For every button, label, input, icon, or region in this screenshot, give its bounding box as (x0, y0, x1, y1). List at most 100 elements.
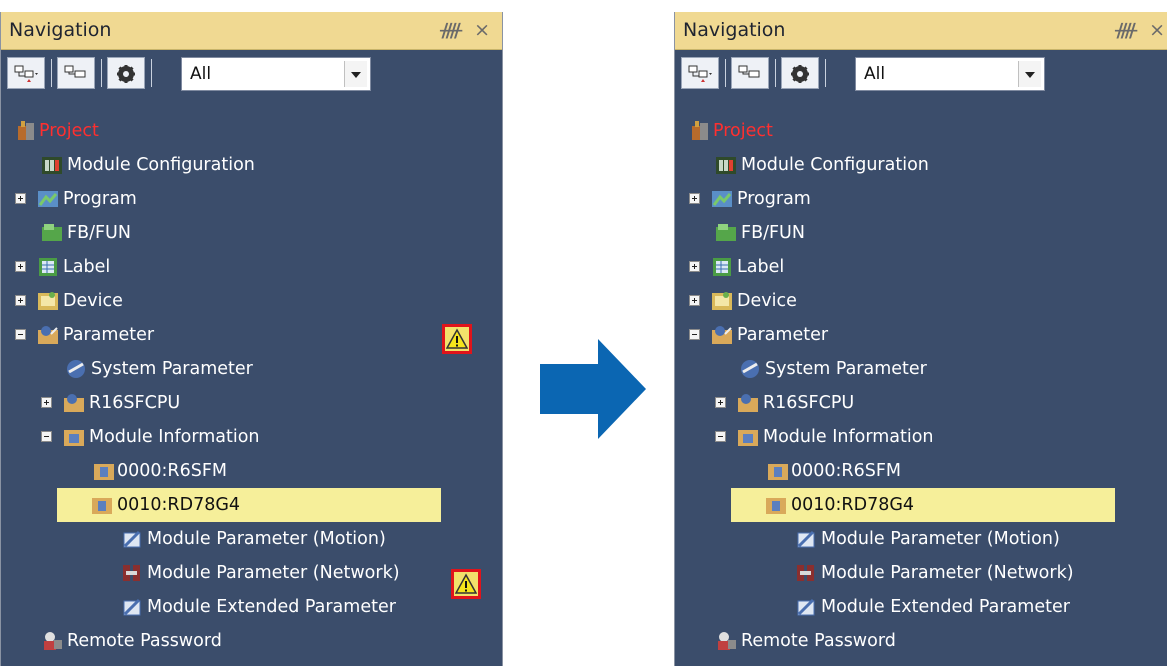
expand-icon[interactable] (689, 193, 700, 204)
filter-select-value: All (864, 64, 886, 84)
warning-icon[interactable] (442, 324, 472, 354)
tree-item-label: Program (63, 189, 137, 209)
tree-item-label: Module Information (763, 427, 934, 447)
project-icon (692, 121, 708, 140)
tree-item-0000-r6sfm[interactable]: 0000:R6SFM (675, 454, 1167, 488)
tree-item-remote-password[interactable]: Remote Password (1, 624, 502, 658)
tree-item-module-configuration[interactable]: Module Configuration (1, 148, 502, 182)
collapse-icon[interactable] (41, 431, 52, 442)
tree-item-program[interactable]: Program (675, 182, 1167, 216)
tree-item-label: Label (63, 257, 111, 277)
tree-item-module-extended-parameter[interactable]: Module Extended Parameter (1, 590, 502, 624)
tree-item-r16sfcpu[interactable]: R16SFCPU (1, 386, 502, 420)
tree-item-module-parameter-motion[interactable]: Module Parameter (Motion) (1, 522, 502, 556)
collapse-tree-icon (738, 65, 760, 78)
tree-item-label: Module Extended Parameter (147, 597, 396, 617)
display-switch-button[interactable] (7, 57, 45, 89)
collapse-icon[interactable] (15, 329, 26, 340)
tree-item-fb-fun[interactable]: FB/FUN (1, 216, 502, 250)
tree-item-module-configuration[interactable]: Module Configuration (675, 148, 1167, 182)
tree-item-module-information[interactable]: Module Information (675, 420, 1167, 454)
tree-view-icon (14, 65, 38, 82)
module-information-icon (738, 430, 758, 446)
warning-icon[interactable] (451, 569, 481, 599)
tree-item-parameter[interactable]: Parameter (675, 318, 1167, 352)
network-parameter-icon (123, 565, 140, 581)
navigation-toolbar: All (1, 50, 502, 96)
tree-item-label: Parameter (63, 325, 155, 345)
tree-item-project[interactable]: Project (1, 114, 502, 148)
tree-item-label: Module Parameter (Network) (821, 563, 1074, 583)
tree-item-label: Module Extended Parameter (821, 597, 1070, 617)
display-switch-button[interactable] (681, 57, 719, 89)
tree-item-device[interactable]: Device (1, 284, 502, 318)
close-icon[interactable]: × (1149, 12, 1165, 49)
pin-icon[interactable]: ᚎ (440, 12, 462, 49)
tree-item-label: System Parameter (765, 359, 927, 379)
tree-item-label: FB/FUN (741, 223, 805, 243)
collapse-icon[interactable] (689, 329, 700, 340)
tree-item-module-parameter-network[interactable]: Module Parameter (Network) (675, 556, 1167, 590)
close-icon[interactable]: × (474, 12, 490, 49)
tree-item-remote-password[interactable]: Remote Password (675, 624, 1167, 658)
module-icon (94, 464, 114, 480)
module-extended-parameter-icon (123, 598, 141, 616)
expand-icon[interactable] (41, 397, 52, 408)
settings-button[interactable] (107, 57, 145, 89)
expand-icon[interactable] (715, 397, 726, 408)
settings-button[interactable] (781, 57, 819, 89)
right-arrow-icon (540, 339, 646, 439)
navigation-toolbar: All (675, 50, 1167, 96)
filter-select[interactable]: All (181, 57, 371, 91)
tree-item-r16sfcpu[interactable]: R16SFCPU (675, 386, 1167, 420)
collapse-tree-button[interactable] (57, 57, 95, 89)
expand-icon[interactable] (689, 261, 700, 272)
tree-item-label: Module Configuration (741, 155, 929, 175)
warning-triangle-icon (455, 573, 477, 594)
tree-item-device[interactable]: Device (675, 284, 1167, 318)
pin-icon[interactable]: ᚎ (1115, 12, 1137, 49)
expand-icon[interactable] (689, 295, 700, 306)
warning-triangle-icon (446, 328, 468, 349)
collapse-tree-button[interactable] (731, 57, 769, 89)
project-icon (18, 121, 34, 140)
expand-icon[interactable] (15, 193, 26, 204)
panel-title: Navigation (683, 19, 786, 41)
module-information-icon (64, 430, 84, 446)
tree-item-program[interactable]: Program (1, 182, 502, 216)
tree-item-module-extended-parameter[interactable]: Module Extended Parameter (675, 590, 1167, 624)
tree-item-label-node[interactable]: Label (675, 250, 1167, 284)
chevron-down-icon[interactable] (344, 61, 367, 87)
collapse-icon[interactable] (715, 431, 726, 442)
tree-item-0000-r6sfm[interactable]: 0000:R6SFM (1, 454, 502, 488)
tree-item-label: Device (63, 291, 123, 311)
chevron-down-icon[interactable] (1018, 61, 1041, 87)
tree-item-system-parameter[interactable]: System Parameter (1, 352, 502, 386)
tree-item-0010-rd78g4[interactable]: 0010:RD78G4 (57, 488, 441, 522)
tree-item-module-parameter-network[interactable]: Module Parameter (Network) (1, 556, 502, 590)
tree-item-label-node[interactable]: Label (1, 250, 502, 284)
tree-item-0010-rd78g4[interactable]: 0010:RD78G4 (731, 488, 1115, 522)
module-icon (92, 498, 112, 514)
tree-item-system-parameter[interactable]: System Parameter (675, 352, 1167, 386)
tree-item-label: Module Parameter (Motion) (821, 529, 1060, 549)
expand-icon[interactable] (15, 261, 26, 272)
tree-item-module-information[interactable]: Module Information (1, 420, 502, 454)
expand-icon[interactable] (15, 295, 26, 306)
tree-item-module-parameter-motion[interactable]: Module Parameter (Motion) (675, 522, 1167, 556)
tree-item-label: Remote Password (67, 631, 222, 651)
tree-item-label: Module Parameter (Motion) (147, 529, 386, 549)
fb-fun-icon (42, 224, 62, 241)
module-parameter-icon (123, 530, 141, 548)
tree-item-label: Module Information (89, 427, 260, 447)
filter-select-value: All (190, 64, 212, 84)
module-icon (766, 498, 786, 514)
tree-item-project[interactable]: Project (675, 114, 1167, 148)
tree-item-fb-fun[interactable]: FB/FUN (675, 216, 1167, 250)
panel-title: Navigation (9, 19, 112, 41)
tree-item-parameter[interactable]: Parameter (1, 318, 502, 352)
remote-password-icon (718, 632, 736, 650)
filter-select[interactable]: All (855, 57, 1045, 91)
cpu-parameter-icon (64, 394, 84, 412)
module-configuration-icon (42, 157, 62, 174)
